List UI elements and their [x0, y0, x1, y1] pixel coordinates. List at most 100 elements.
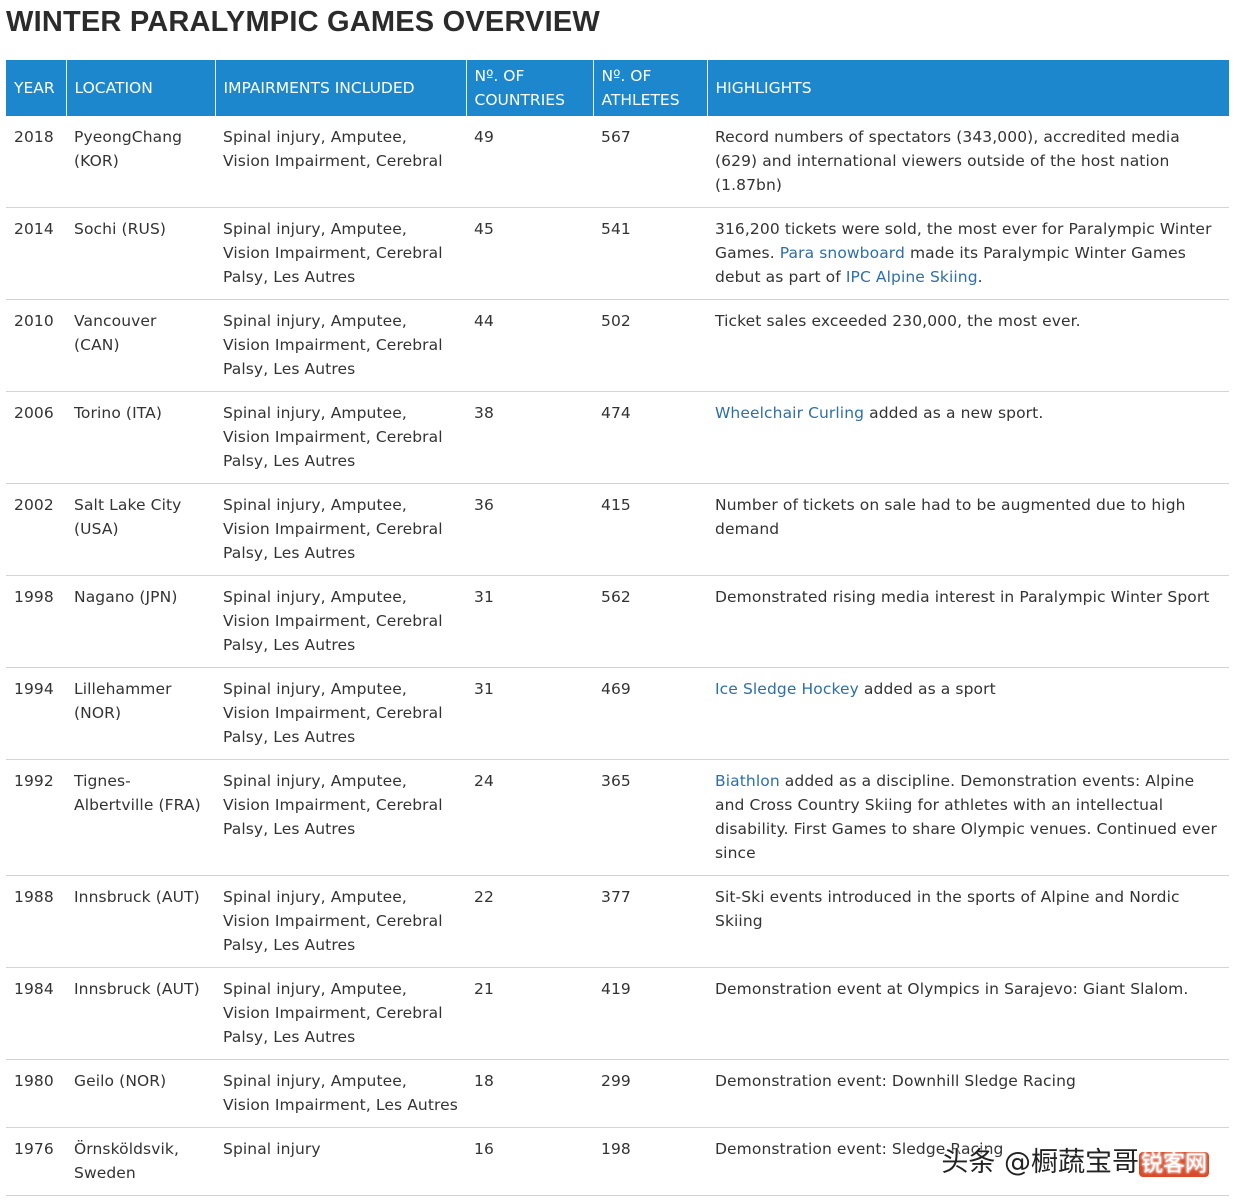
table-row: 1984 Innsbruck (AUT) Spinal injury, Ampute…: [6, 967, 1229, 1060]
header-impairments: IMPAIRMENTS INCLUDED: [215, 60, 467, 116]
header-year: YEAR: [6, 60, 67, 116]
cell-location: Torino (ITA): [66, 391, 215, 484]
cell-highlight: Biathlon added as a discipline. Demonstr…: [707, 759, 1229, 876]
cell-location: Örnsköldsvik, Sweden: [66, 1127, 215, 1196]
cell-location: PyeongChang (KOR): [66, 116, 215, 208]
header-highlights: HIGHLIGHTS: [707, 60, 1229, 116]
cell-impairments: Spinal injury, Amputee, Vision Impairmen…: [215, 1059, 466, 1128]
cell-year: 1998: [6, 575, 66, 668]
cell-countries: 31: [466, 575, 593, 668]
cell-impairments: Spinal injury, Amputee, Vision Impairmen…: [215, 116, 466, 208]
cell-countries: 44: [466, 299, 593, 392]
cell-year: 1988: [6, 875, 66, 968]
cell-countries: 38: [466, 391, 593, 484]
cell-athletes: 567: [593, 116, 707, 208]
highlight-link[interactable]: Biathlon: [715, 772, 780, 790]
cell-impairments: Spinal injury, Amputee, Vision Impairmen…: [215, 575, 466, 668]
cell-impairments: Spinal injury, Amputee, Vision Impairmen…: [215, 299, 466, 392]
table-row: 2006 Torino (ITA) Spinal injury, Amputee, …: [6, 391, 1229, 484]
cell-countries: 22: [466, 875, 593, 968]
table-row: 2010 Vancouver (CAN) Spinal injury, Ampute…: [6, 299, 1229, 392]
cell-location: Tignes-Albertville (FRA): [66, 759, 215, 876]
cell-impairments: Spinal injury, Amputee, Vision Impairmen…: [215, 667, 466, 760]
table-row: 1994 Lillehammer (NOR) Spinal injury, Ampu…: [6, 667, 1229, 760]
header-athletes: Nº. OF ATHLETES: [593, 60, 708, 116]
header-row: YEAR LOCATION IMPAIRMENTS INCLUDED Nº. O…: [6, 60, 1229, 116]
cell-impairments: Spinal injury, Amputee, Vision Impairmen…: [215, 207, 466, 300]
cell-athletes: 365: [593, 759, 707, 876]
watermark-badge: 锐客网: [1138, 1152, 1209, 1177]
cell-athletes: 562: [593, 575, 707, 668]
header-countries: Nº. OF COUNTRIES: [466, 60, 594, 116]
highlight-text: added as a discipline. Demonstration eve…: [715, 772, 1218, 862]
cell-location: Geilo (NOR): [66, 1059, 215, 1128]
cell-year: 1994: [6, 667, 66, 760]
highlight-link[interactable]: IPC Alpine Skiing: [846, 268, 978, 286]
cell-countries: 21: [466, 967, 593, 1060]
cell-impairments: Spinal injury, Amputee, Vision Impairmen…: [215, 875, 466, 968]
cell-highlight: Demonstrated rising media interest in Pa…: [707, 575, 1229, 668]
header-location: LOCATION: [66, 60, 216, 116]
cell-location: Vancouver (CAN): [66, 299, 215, 392]
cell-impairments: Spinal injury, Amputee, Vision Impairmen…: [215, 759, 466, 876]
highlight-link[interactable]: Ice Sledge Hockey: [715, 680, 859, 698]
cell-athletes: 415: [593, 483, 707, 576]
cell-highlight: Number of tickets on sale had to be augm…: [707, 483, 1229, 576]
cell-year: 2018: [6, 116, 66, 208]
cell-year: 2010: [6, 299, 66, 392]
cell-impairments: Spinal injury, Amputee, Vision Impairmen…: [215, 391, 466, 484]
cell-athletes: 474: [593, 391, 707, 484]
highlight-text: Record numbers of spectators (343,000), …: [715, 128, 1180, 194]
cell-impairments: Spinal injury, Amputee, Vision Impairmen…: [215, 967, 466, 1060]
table-body: 2018 PyeongChang (KOR) Spinal injury, Ampu…: [6, 116, 1229, 1196]
table-row: 2018 PyeongChang (KOR) Spinal injury, Ampu…: [6, 116, 1229, 208]
cell-athletes: 541: [593, 207, 707, 300]
cell-athletes: 419: [593, 967, 707, 1060]
page-title: WINTER PARALYMPIC GAMES OVERVIEW: [6, 6, 600, 38]
table-row: 1980 Geilo (NOR) Spinal injury, Amputee, V…: [6, 1059, 1229, 1128]
cell-highlight: Record numbers of spectators (343,000), …: [707, 116, 1229, 208]
highlight-text: Demonstrated rising media interest in Pa…: [715, 588, 1210, 606]
cell-highlight: Ice Sledge Hockey added as a sport: [707, 667, 1229, 760]
cell-highlight: Demonstration event at Olympics in Saraj…: [707, 967, 1229, 1060]
cell-highlight: Wheelchair Curling added as a new sport.: [707, 391, 1229, 484]
highlight-text: Demonstration event at Olympics in Saraj…: [715, 980, 1189, 998]
cell-highlight: 316,200 tickets were sold, the most ever…: [707, 207, 1229, 300]
cell-year: 1980: [6, 1059, 66, 1128]
table-row: 1998 Nagano (JPN) Spinal injury, Amputee, …: [6, 575, 1229, 668]
cell-year: 1984: [6, 967, 66, 1060]
paralympic-overview-table: YEAR LOCATION IMPAIRMENTS INCLUDED Nº. O…: [6, 60, 1229, 1196]
cell-impairments: Spinal injury, Amputee, Vision Impairmen…: [215, 483, 466, 576]
cell-location: Innsbruck (AUT): [66, 875, 215, 968]
cell-athletes: 198: [593, 1127, 707, 1196]
cell-year: 2002: [6, 483, 66, 576]
highlight-link[interactable]: Wheelchair Curling: [715, 404, 864, 422]
cell-location: Nagano (JPN): [66, 575, 215, 668]
cell-year: 1976: [6, 1127, 66, 1196]
table-row: 2002 Salt Lake City (USA) Spinal injury, A…: [6, 483, 1229, 576]
highlight-text: Ticket sales exceeded 230,000, the most …: [715, 312, 1081, 330]
table-header: YEAR LOCATION IMPAIRMENTS INCLUDED Nº. O…: [6, 60, 1229, 116]
cell-highlight: Sit-Ski events introduced in the sports …: [707, 875, 1229, 968]
cell-athletes: 299: [593, 1059, 707, 1128]
cell-athletes: 502: [593, 299, 707, 392]
watermark: 头条 @橱蔬宝哥锐客网: [941, 1140, 1209, 1179]
highlight-text: Sit-Ski events introduced in the sports …: [715, 888, 1180, 930]
cell-countries: 49: [466, 116, 593, 208]
highlight-link[interactable]: Para snowboard: [780, 244, 905, 262]
highlight-text: added as a new sport.: [864, 404, 1044, 422]
cell-countries: 45: [466, 207, 593, 300]
cell-countries: 31: [466, 667, 593, 760]
cell-countries: 18: [466, 1059, 593, 1128]
cell-location: Innsbruck (AUT): [66, 967, 215, 1060]
cell-countries: 36: [466, 483, 593, 576]
cell-highlight: Demonstration event: Downhill Sledge Rac…: [707, 1059, 1229, 1128]
cell-impairments: Spinal injury: [215, 1127, 466, 1196]
table-row: 1992 Tignes-Albertville (FRA) Spinal injur…: [6, 759, 1229, 876]
table-row: 2014 Sochi (RUS) Spinal injury, Amputee, V…: [6, 207, 1229, 300]
cell-countries: 24: [466, 759, 593, 876]
highlight-text: added as a sport: [858, 680, 996, 698]
cell-location: Sochi (RUS): [66, 207, 215, 300]
cell-athletes: 377: [593, 875, 707, 968]
highlight-text: Demonstration event: Downhill Sledge Rac…: [715, 1072, 1076, 1090]
